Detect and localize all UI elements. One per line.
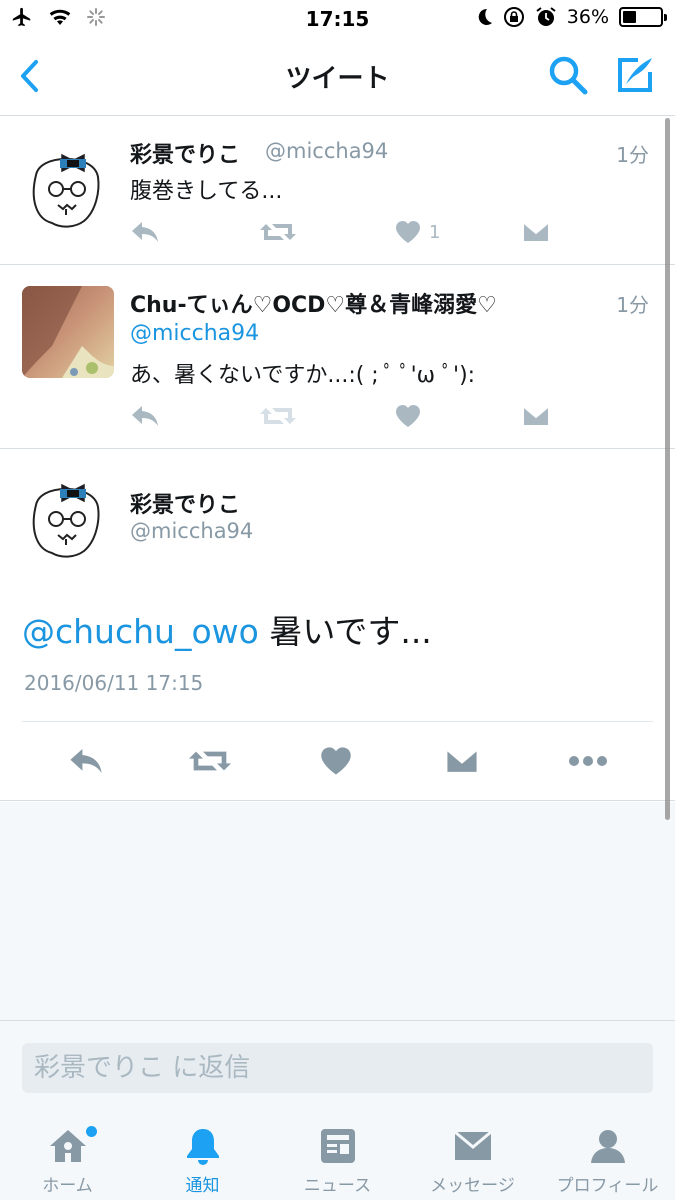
- avatar-drawing: [22, 471, 114, 563]
- detail-author-name[interactable]: 彩景でりこ: [130, 487, 240, 519]
- like-button[interactable]: [314, 739, 358, 783]
- tweet-author-handle[interactable]: @miccha94: [130, 321, 259, 346]
- tweet-time: 1分: [616, 293, 649, 317]
- tab-home[interactable]: ホーム: [0, 1114, 135, 1200]
- reply-bar: [0, 1020, 675, 1114]
- detail-text-body: 暑いです...: [258, 612, 432, 651]
- search-icon[interactable]: [547, 54, 589, 96]
- envelope-icon: [522, 405, 550, 427]
- reply-input[interactable]: [22, 1043, 653, 1093]
- tab-label: ホーム: [42, 1176, 93, 1196]
- home-icon: [49, 1130, 86, 1162]
- empty-area: [0, 802, 675, 1020]
- like-button[interactable]: [395, 401, 421, 431]
- tweet-actions: [130, 401, 560, 431]
- moon-icon: [478, 8, 492, 25]
- avatar[interactable]: [22, 471, 114, 563]
- tweet-item[interactable]: 彩景でりこ @miccha94 1分 腹巻きしてる... 1: [0, 117, 675, 265]
- tab-news[interactable]: ニュース: [270, 1114, 405, 1200]
- tweet-text: あ、暑くないですか...:( ; ﾟ ﾟ'ω ﾟ'):: [130, 363, 476, 388]
- avatar-photo: [22, 286, 114, 378]
- tweet-time: 1分: [616, 143, 649, 167]
- profile-icon: [590, 1130, 625, 1163]
- tweet-author-name[interactable]: 彩景でりこ: [130, 137, 240, 169]
- battery-percent: 36%: [566, 6, 609, 28]
- retweet-button[interactable]: [260, 401, 296, 431]
- tab-bar: ホーム 通知 ニュース メッセージ プロフィール: [0, 1114, 675, 1200]
- tweet-actions: 1: [130, 217, 560, 247]
- tab-profile[interactable]: プロフィール: [540, 1114, 675, 1200]
- retweet-icon: [260, 224, 296, 240]
- detail-timestamp: 2016/06/11 17:15: [24, 671, 204, 695]
- status-bar: 17:15 36%: [0, 0, 675, 38]
- news-icon: [320, 1129, 355, 1163]
- avatar[interactable]: [22, 286, 114, 378]
- battery-icon: [619, 7, 667, 27]
- reply-icon: [132, 406, 158, 426]
- detail-actions: [0, 739, 675, 783]
- avatar-drawing: [22, 141, 114, 233]
- tweet-author-name[interactable]: Chu-てぃん♡OCD♡尊＆青峰溺愛♡: [130, 287, 497, 319]
- rotation-lock-icon: [503, 7, 524, 27]
- bell-icon: [186, 1129, 219, 1165]
- more-button[interactable]: [566, 739, 610, 783]
- reply-button[interactable]: [130, 217, 160, 247]
- tab-messages[interactable]: メッセージ: [405, 1114, 540, 1200]
- tweet-detail: 彩景でりこ @miccha94 @chuchu_owo 暑いです... 2016…: [0, 449, 675, 801]
- battery-level: [623, 11, 636, 23]
- heart-icon: [395, 404, 421, 427]
- envelope-icon: [445, 747, 479, 775]
- detail-author-handle[interactable]: @miccha94: [130, 519, 253, 543]
- reply-button[interactable]: [64, 739, 108, 783]
- tweet-author-handle[interactable]: @miccha94: [265, 139, 388, 163]
- notification-dot: [86, 1126, 97, 1137]
- tweet-text: 腹巻きしてる...: [130, 179, 283, 204]
- nav-bar: ツイート: [0, 38, 675, 116]
- retweet-icon: [189, 751, 231, 771]
- dm-button[interactable]: [522, 217, 550, 247]
- tab-label: メッセージ: [430, 1176, 515, 1196]
- scrollbar[interactable]: [665, 118, 670, 820]
- like-count: 1: [429, 221, 441, 243]
- messages-icon: [453, 1130, 492, 1160]
- tweet-item[interactable]: Chu-てぃん♡OCD♡尊＆青峰溺愛♡ 1分 @miccha94 あ、暑くないで…: [0, 265, 675, 449]
- envelope-icon: [522, 221, 550, 243]
- mention-link[interactable]: @chuchu_owo: [22, 612, 259, 651]
- tab-label: 通知: [185, 1176, 220, 1196]
- retweet-button[interactable]: [188, 739, 232, 783]
- retweet-icon: [260, 408, 296, 424]
- tab-label: ニュース: [303, 1176, 372, 1196]
- tab-notifications[interactable]: 通知: [135, 1114, 270, 1200]
- retweet-button[interactable]: [260, 217, 296, 247]
- status-right: 36%: [475, 6, 667, 28]
- heart-icon: [395, 220, 421, 243]
- compose-icon[interactable]: [612, 52, 658, 98]
- alarm-icon: [536, 7, 556, 26]
- heart-icon: [321, 747, 351, 775]
- reply-icon: [132, 222, 158, 242]
- avatar[interactable]: [22, 141, 114, 233]
- reply-icon: [70, 749, 102, 773]
- divider: [22, 721, 653, 722]
- more-icon: [569, 756, 607, 766]
- like-button[interactable]: 1: [395, 217, 440, 247]
- reply-button[interactable]: [130, 401, 160, 431]
- dm-button[interactable]: [522, 401, 550, 431]
- tab-label: プロフィール: [556, 1176, 659, 1196]
- detail-tweet-text: @chuchu_owo 暑いです...: [22, 605, 432, 653]
- dm-button[interactable]: [440, 739, 484, 783]
